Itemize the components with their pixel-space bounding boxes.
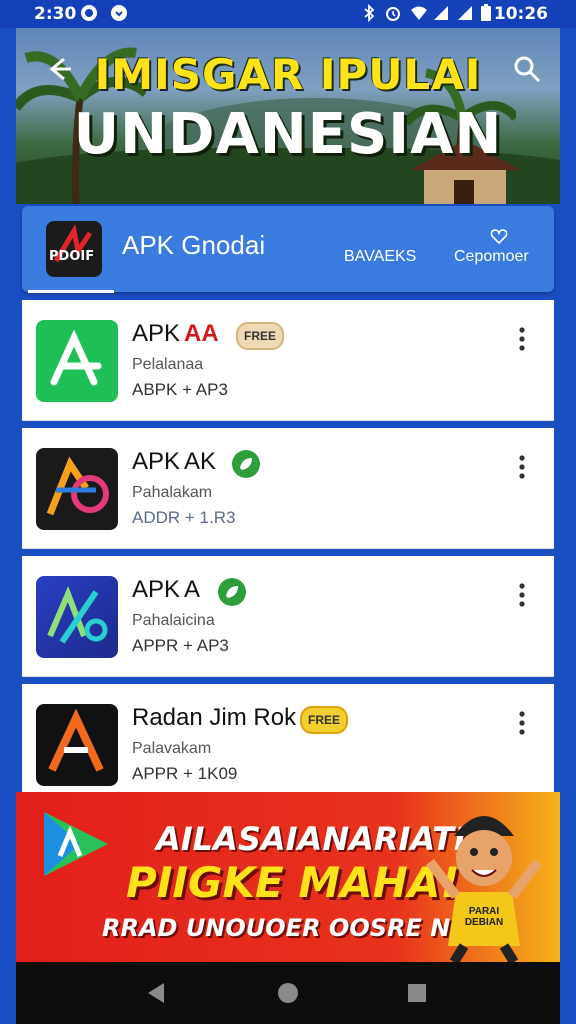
list-item[interactable]: Radan Jim Rok FREE Palavakam APPR + 1K09 [22,684,554,793]
hero-banner: IMISGAR IPULAI UNDANESIAN [16,28,560,204]
navigation-bar [16,962,560,1024]
promo-banner[interactable]: AILASAIANARIATI PIIGKE MAHA! RRAD UNOUOE… [16,792,560,962]
free-badge: FREE [236,322,285,350]
verified-leaf-icon [232,450,260,478]
battery-icon [481,4,491,21]
tab-indicator [28,290,114,293]
mascot-shirt-text: PARAI DEBIAN [464,906,504,928]
app-developer: Pahalakam [132,484,213,501]
green-tile-icon [36,320,118,402]
hero-title-line2: UNDANESIAN [73,102,503,167]
blue-percent-icon [36,576,118,658]
more-vert-icon[interactable] [510,582,534,608]
banner-line2: PIIGKE MAHA! [126,858,460,907]
signal-icon [434,6,448,20]
heart-icon [490,229,508,245]
app-name-extra: AA [184,320,219,347]
hero-title-line1: IMISGAR IPULAI [94,50,482,99]
list-item[interactable]: APK AA FREE Pelalanaa ABPK + AP3 [22,300,554,421]
tab-cepomoer[interactable]: Cepomoer [454,248,529,266]
more-vert-icon[interactable] [510,326,534,352]
app-developer: Palavakam [132,740,212,757]
verified-leaf-icon [218,578,246,606]
status-bar: 2:30 10:26 [0,0,576,28]
app-name: APK [132,320,181,347]
wifi-icon [411,6,427,20]
more-vert-icon[interactable] [510,710,534,736]
media-icon [81,5,97,21]
app-title: APK Gnodai [122,230,266,260]
mascot-illustration: PARAI DEBIAN [414,796,554,962]
nav-home-icon[interactable] [275,980,301,1006]
logo-text: PDOIF [49,249,95,264]
status-time: 2:30 [34,4,77,24]
app-name: Radan Jim Rok [132,704,297,731]
app-name: APK [132,576,181,603]
orange-a-icon [36,704,118,786]
app-meta: ABPK + AP3 [132,380,228,399]
app-developer: Pahalaicina [132,612,215,629]
app-logo: PDOIF [46,221,102,277]
free-badge: FREE [300,706,349,734]
status-clock: 10:26 [493,4,548,24]
colorful-fa-icon [36,448,118,530]
signal-icon-2 [458,6,472,20]
play-store-icon [44,812,108,876]
bluetooth-icon [364,4,375,22]
nav-recents-icon[interactable] [404,980,430,1006]
app-meta: APPR + 1K09 [132,764,238,783]
app-header-bar: PDOIF APK Gnodai BAVAEKS Cepomoer [22,206,554,293]
more-vert-icon[interactable] [510,454,534,480]
app-name-extra: A [184,576,201,603]
app-meta: ADDR + 1.R3 [132,508,236,527]
app-name-extra: AK [184,448,217,475]
alarm-icon [386,7,400,21]
notification-icon [111,5,127,21]
app-developer: Pelalanaa [132,356,204,373]
list-item[interactable]: APK A Pahalaicina APPR + AP3 [22,556,554,677]
nav-back-icon[interactable] [144,980,170,1006]
app-meta: APPR + AP3 [132,636,229,655]
list-item[interactable]: APK AK Pahalakam ADDR + 1.R3 [22,428,554,549]
app-name: APK [132,448,181,475]
tab-bavaeks[interactable]: BAVAEKS [344,248,416,266]
